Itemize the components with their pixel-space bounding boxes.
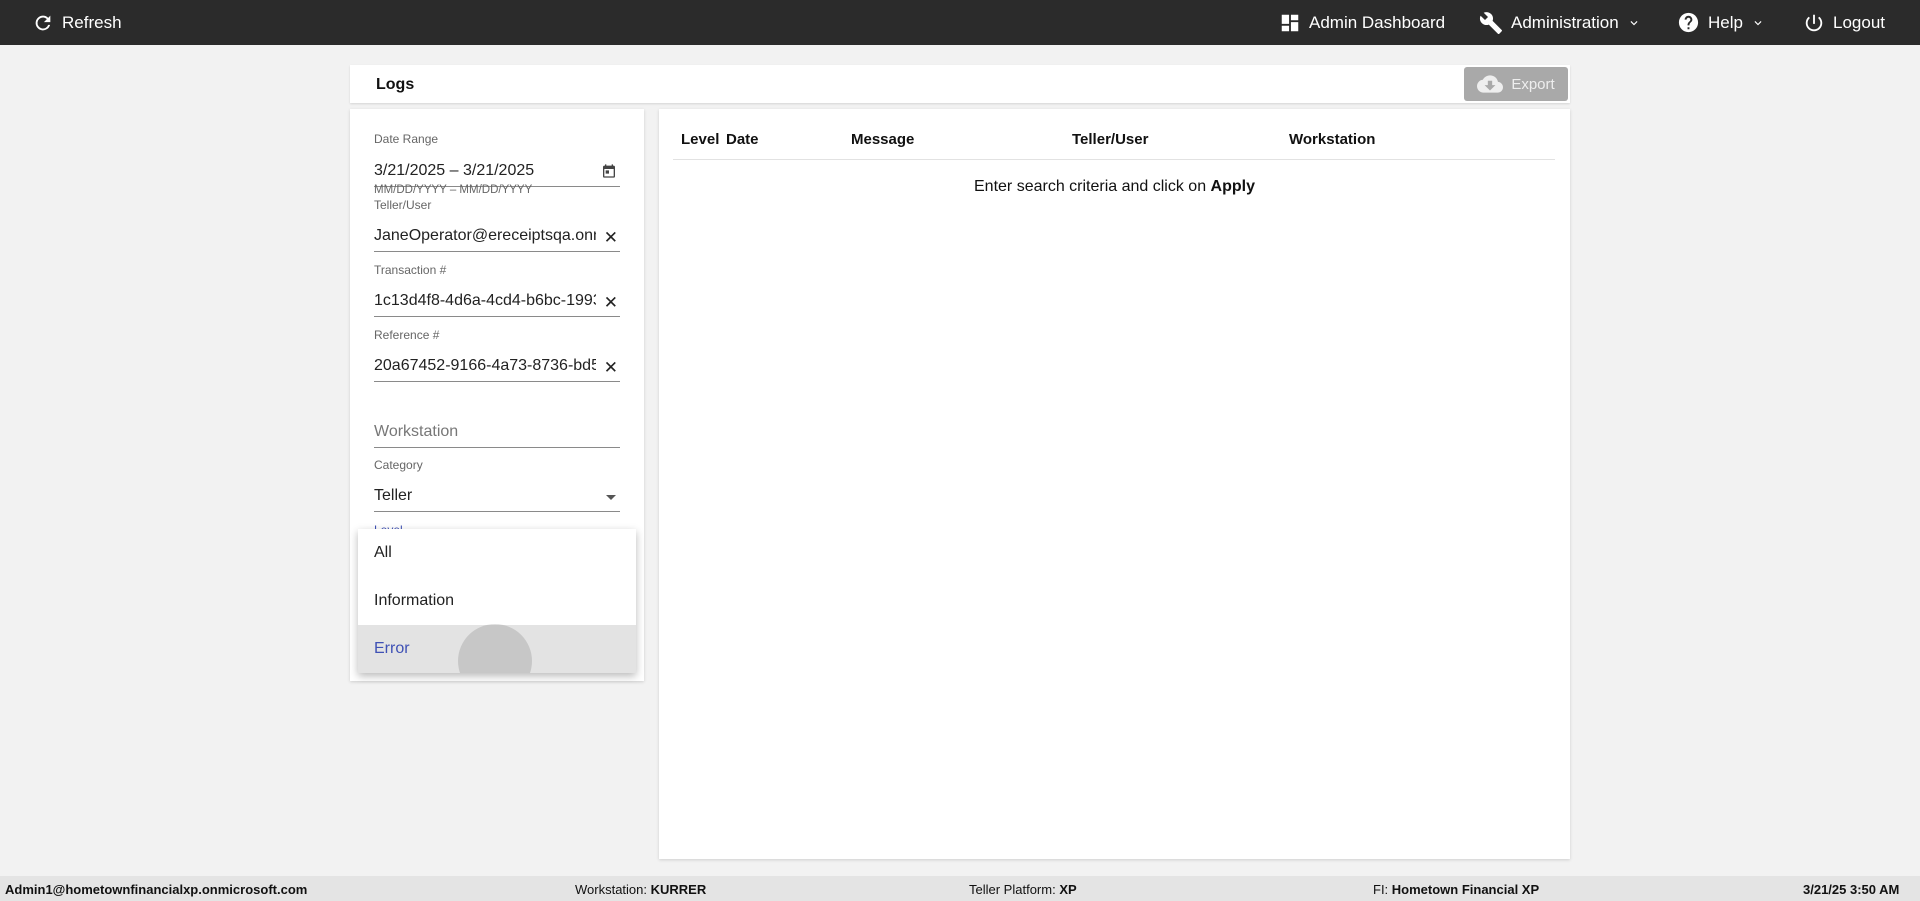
logout-label: Logout bbox=[1833, 12, 1885, 32]
level-option-error-label: Error bbox=[374, 640, 410, 657]
column-header-level[interactable]: Level bbox=[681, 131, 719, 148]
chevron-down-icon bbox=[1630, 20, 1638, 25]
level-option-all[interactable]: All bbox=[358, 529, 636, 577]
empty-state-action: Apply bbox=[1210, 178, 1255, 195]
reference-value: 20a67452-9166-4a73-8736-bd5 bbox=[374, 357, 596, 374]
cloud-download-icon bbox=[1477, 75, 1504, 93]
administration-label: Administration bbox=[1511, 12, 1619, 32]
administration-menu[interactable]: Administration bbox=[1479, 0, 1641, 45]
status-datetime: 3/21/25 3:50 AM bbox=[1803, 882, 1900, 897]
status-workstation: Workstation: KURRER bbox=[575, 882, 707, 897]
header-divider bbox=[673, 159, 1555, 160]
column-header-date[interactable]: Date bbox=[726, 131, 759, 148]
power-icon bbox=[1805, 14, 1823, 31]
refresh-icon bbox=[35, 15, 51, 30]
clear-icon[interactable]: ✕ bbox=[604, 229, 618, 246]
chevron-down-icon bbox=[1754, 20, 1762, 25]
date-range-hint: MM/DD/YYYY – MM/DD/YYYY bbox=[374, 184, 533, 196]
refresh-label: Refresh bbox=[62, 12, 122, 32]
click-ripple bbox=[458, 624, 532, 673]
date-range-value: 3/21/2025 – 3/21/2025 bbox=[374, 162, 535, 179]
status-teller-platform: Teller Platform: XP bbox=[969, 882, 1077, 897]
category-value: Teller bbox=[374, 487, 413, 504]
wrench-icon bbox=[1479, 11, 1502, 34]
dashboard-icon bbox=[1281, 14, 1299, 31]
help-label: Help bbox=[1708, 12, 1743, 32]
top-navigation-bar: Refresh Admin Dashboard Administration H… bbox=[0, 0, 1920, 45]
results-panel: Level Date Message Teller/User Workstati… bbox=[659, 109, 1570, 859]
refresh-button[interactable]: Refresh bbox=[32, 0, 122, 45]
workstation-field[interactable]: Workstation bbox=[374, 409, 620, 448]
level-option-error[interactable]: Error bbox=[358, 624, 636, 673]
logout-button[interactable]: Logout bbox=[1803, 0, 1885, 45]
transaction-field[interactable]: 1c13d4f8-4d6a-4cd4-b6bc-1993 ✕ bbox=[374, 279, 620, 317]
status-bar: Admin1@hometownfinancialxp.onmicrosoft.c… bbox=[0, 876, 1920, 901]
help-menu[interactable]: Help bbox=[1677, 0, 1765, 45]
transaction-label: Transaction # bbox=[374, 263, 447, 277]
level-option-information[interactable]: Information bbox=[358, 577, 636, 625]
page-title: Logs bbox=[376, 76, 415, 93]
teller-user-label: Teller/User bbox=[374, 198, 432, 212]
teller-user-field[interactable]: JaneOperator@ereceiptsqa.onmicrosoft.com… bbox=[374, 214, 620, 252]
column-header-message[interactable]: Message bbox=[851, 131, 914, 148]
date-range-input[interactable]: 3/21/2025 – 3/21/2025 bbox=[374, 149, 620, 187]
category-label: Category bbox=[374, 458, 423, 472]
admin-dashboard-label: Admin Dashboard bbox=[1309, 12, 1446, 32]
admin-dashboard-link[interactable]: Admin Dashboard bbox=[1279, 0, 1445, 45]
empty-state-message: Enter search criteria and click on Apply bbox=[659, 178, 1570, 196]
help-icon bbox=[1678, 12, 1699, 33]
level-dropdown-menu: All Information Error bbox=[358, 529, 636, 673]
reference-label: Reference # bbox=[374, 328, 440, 342]
clear-icon[interactable]: ✕ bbox=[604, 294, 618, 311]
column-header-teller-user[interactable]: Teller/User bbox=[1072, 131, 1148, 148]
export-label: Export bbox=[1511, 75, 1555, 93]
transaction-value: 1c13d4f8-4d6a-4cd4-b6bc-1993 bbox=[374, 292, 596, 309]
column-header-workstation[interactable]: Workstation bbox=[1289, 131, 1375, 148]
calendar-icon[interactable] bbox=[601, 163, 617, 179]
clear-icon[interactable]: ✕ bbox=[604, 359, 618, 376]
category-select[interactable]: Teller bbox=[374, 474, 620, 512]
export-button[interactable]: Export bbox=[1464, 67, 1568, 101]
empty-state-text: Enter search criteria and click on bbox=[974, 178, 1211, 195]
teller-user-value: JaneOperator@ereceiptsqa.onmicrosoft.com bbox=[374, 227, 596, 244]
status-fi: FI: Hometown Financial XP bbox=[1373, 882, 1540, 897]
logs-header-card: Logs bbox=[350, 65, 1570, 103]
workstation-placeholder: Workstation bbox=[374, 423, 459, 440]
dropdown-arrow-icon bbox=[606, 495, 616, 500]
reference-field[interactable]: 20a67452-9166-4a73-8736-bd5 ✕ bbox=[374, 344, 620, 382]
date-range-label: Date Range bbox=[374, 132, 439, 146]
status-user: Admin1@hometownfinancialxp.onmicrosoft.c… bbox=[5, 882, 308, 897]
